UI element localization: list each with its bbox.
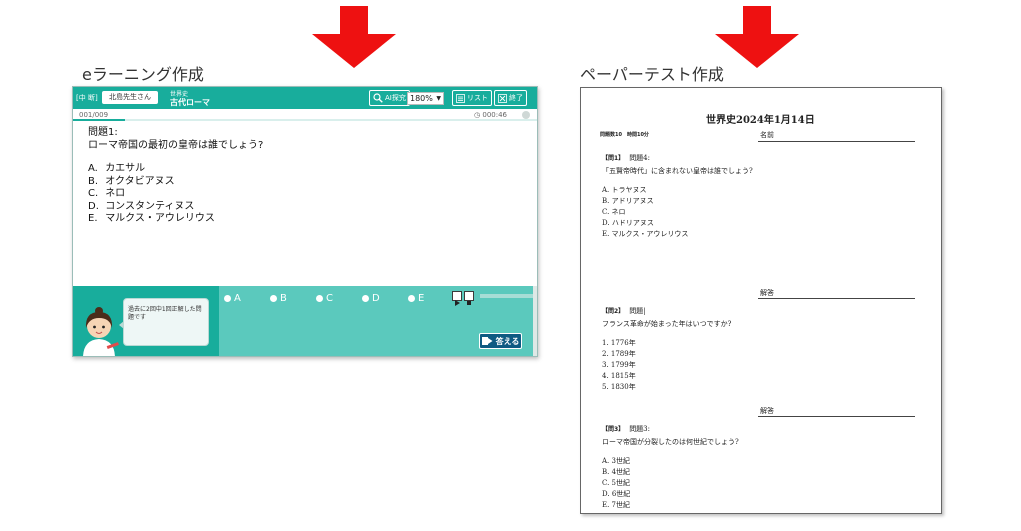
question-number: 問題1: — [88, 127, 118, 138]
answer-option-b[interactable]: B — [270, 293, 316, 304]
paper-choice: 1. 1776年 — [602, 339, 636, 347]
audio-controls — [452, 291, 537, 306]
check-icon — [522, 111, 530, 119]
question-body: 問題1: ローマ帝国の最初の皇帝は誰でしょう? A. カエサル B. オクタビア… — [88, 126, 263, 226]
paper-question-3: 【問3】 問題3: ローマ帝国が分裂したのは何世紀でしょう? A. 3世紀 B. … — [602, 425, 739, 511]
progress-row: 001/009 ◷ 000:46 — [73, 109, 537, 121]
suspend-button[interactable]: [中 断] — [76, 93, 98, 103]
topic-label: 古代ローマ — [170, 98, 210, 107]
elearning-window: [中 断] 北島先生さん 世界史 古代ローマ AI探究 180% ▼ リスト 終… — [72, 86, 538, 357]
paper-test-sheet: 世界史2024年1月14日 問題数10 時間10分 名前 【問1】 問題4: 「五… — [580, 87, 942, 514]
paper-choice-list: A. トラヤヌス B. アドリアヌス C. ネロ D. ハドリアヌス E. マル… — [602, 185, 753, 240]
answer-button[interactable]: 答える — [479, 333, 522, 349]
paper-choice: 3. 1799年 — [602, 361, 636, 369]
audio-seek-bar[interactable] — [480, 294, 537, 298]
answer-label: 解答 — [760, 407, 774, 415]
radio-icon — [362, 295, 369, 302]
choice-item: A. カエサル — [88, 163, 146, 174]
enter-arrow-icon — [481, 337, 493, 345]
list-label: リスト — [467, 94, 488, 102]
progress-bar — [73, 119, 537, 121]
answer-option-e[interactable]: E — [408, 293, 454, 304]
question-counter: 001/009 — [79, 111, 109, 119]
paper-choice: 4. 1815年 — [602, 372, 636, 380]
play-icon — [455, 300, 460, 306]
paper-question-text: 「五賢帝時代」に含まれない皇帝は誰でしょう? — [602, 167, 753, 175]
magnifier-icon — [373, 93, 383, 103]
paper-question-1: 【問1】 問題4: 「五賢帝時代」に含まれない皇帝は誰でしょう? A. トラヤヌス… — [602, 154, 753, 240]
list-icon — [456, 93, 465, 103]
elearning-heading: eラーニング作成 — [82, 65, 204, 84]
paper-choice: 2. 1789年 — [602, 350, 636, 358]
down-arrow-icon — [312, 6, 396, 68]
user-name-badge: 北島先生さん — [102, 91, 158, 104]
answer-line — [758, 416, 915, 417]
zoom-select[interactable]: 180% ▼ — [407, 92, 444, 105]
play-button[interactable] — [452, 291, 462, 306]
paper-title: 世界史2024年1月14日 — [706, 115, 815, 126]
radio-icon — [224, 295, 231, 302]
paper-choice-list: A. 3世紀 B. 4世紀 C. 5世紀 D. 6世紀 E. 7世紀 — [602, 456, 739, 511]
choice-item: D. コンスタンティヌス — [88, 200, 195, 212]
elearning-header: [中 断] 北島先生さん 世界史 古代ローマ AI探究 180% ▼ リスト 終… — [73, 87, 537, 109]
answer-label: 解答 — [760, 289, 774, 297]
answer-options: A B C D E — [224, 293, 454, 304]
list-button[interactable]: リスト — [452, 90, 492, 106]
answer-option-a[interactable]: A — [224, 293, 270, 304]
down-arrow-icon — [715, 6, 799, 68]
clock-icon: ◷ — [474, 111, 481, 119]
paper-choice: 5. 1830年 — [602, 383, 636, 391]
paper-question-text: ローマ帝国が分裂したのは何世紀でしょう? — [602, 438, 739, 446]
answer-area: A B C D E 答える — [219, 286, 537, 356]
paper-choice: D. 6世紀 — [602, 490, 631, 498]
ai-explore-button[interactable]: AI探究 — [369, 90, 410, 106]
paper-choice: E. 7世紀 — [602, 501, 631, 509]
answer-button-label: 答える — [495, 336, 520, 346]
answer-option-c[interactable]: C — [316, 293, 362, 304]
ai-explore-label: AI探究 — [385, 94, 406, 102]
paper-choice: D. ハドリアヌス — [602, 219, 654, 227]
chevron-down-icon: ▼ — [436, 95, 441, 102]
end-label: 終了 — [509, 94, 523, 102]
paper-choice: A. 3世紀 — [602, 457, 630, 465]
paper-choice: C. 5世紀 — [602, 479, 631, 487]
choice-list: A. カエサル B. オクタビアヌス C. ネロ D. コンスタンティヌス E.… — [88, 163, 263, 226]
hint-bubble: 過去に2回中1回正解した問題です — [119, 298, 209, 346]
teacher-avatar-icon — [83, 307, 119, 356]
choice-item: C. ネロ — [88, 188, 126, 200]
paper-choice-list: 1. 1776年 2. 1789年 3. 1799年 4. 1815年 5. 1… — [602, 338, 731, 393]
zoom-value: 180% — [410, 94, 433, 103]
end-button[interactable]: 終了 — [494, 90, 527, 106]
choice-item: E. マルクス・アウレリウス — [88, 213, 215, 225]
stop-icon — [467, 301, 471, 305]
paper-choice: B. 4世紀 — [602, 468, 631, 476]
paper-meta: 問題数10 時間10分 — [600, 132, 649, 138]
stop-button[interactable] — [464, 291, 474, 305]
radio-icon — [408, 295, 415, 302]
answer-line — [758, 298, 915, 299]
paper-choice: B. アドリアヌス — [602, 197, 654, 205]
close-box-icon — [498, 93, 507, 103]
timer: ◷ 000:46 — [474, 111, 507, 119]
paper-question-text: フランス革命が始まった年はいつですか? — [602, 320, 732, 328]
choice-item: B. オクタビアヌス — [88, 175, 175, 187]
answer-option-d[interactable]: D — [362, 293, 408, 304]
paper-choice: A. トラヤヌス — [602, 186, 647, 194]
name-line — [758, 141, 915, 142]
radio-icon — [316, 295, 323, 302]
paper-heading: ペーパーテスト作成 — [580, 65, 724, 84]
question-text: ローマ帝国の最初の皇帝は誰でしょう? — [88, 140, 264, 151]
scrollbar[interactable] — [533, 286, 537, 356]
radio-icon — [270, 295, 277, 302]
name-label: 名前 — [760, 131, 774, 139]
timer-value: 000:46 — [482, 111, 507, 119]
paper-choice: E. マルクス・アウレリウス — [602, 230, 689, 238]
paper-question-2: 【問2】 問題| フランス革命が始まった年はいつですか? 1. 1776年 2. … — [602, 307, 732, 393]
progress-fill — [73, 119, 125, 121]
paper-choice: C. ネロ — [602, 208, 626, 216]
answer-panel: 過去に2回中1回正解した問題です A B C D E 答える — [73, 286, 537, 356]
